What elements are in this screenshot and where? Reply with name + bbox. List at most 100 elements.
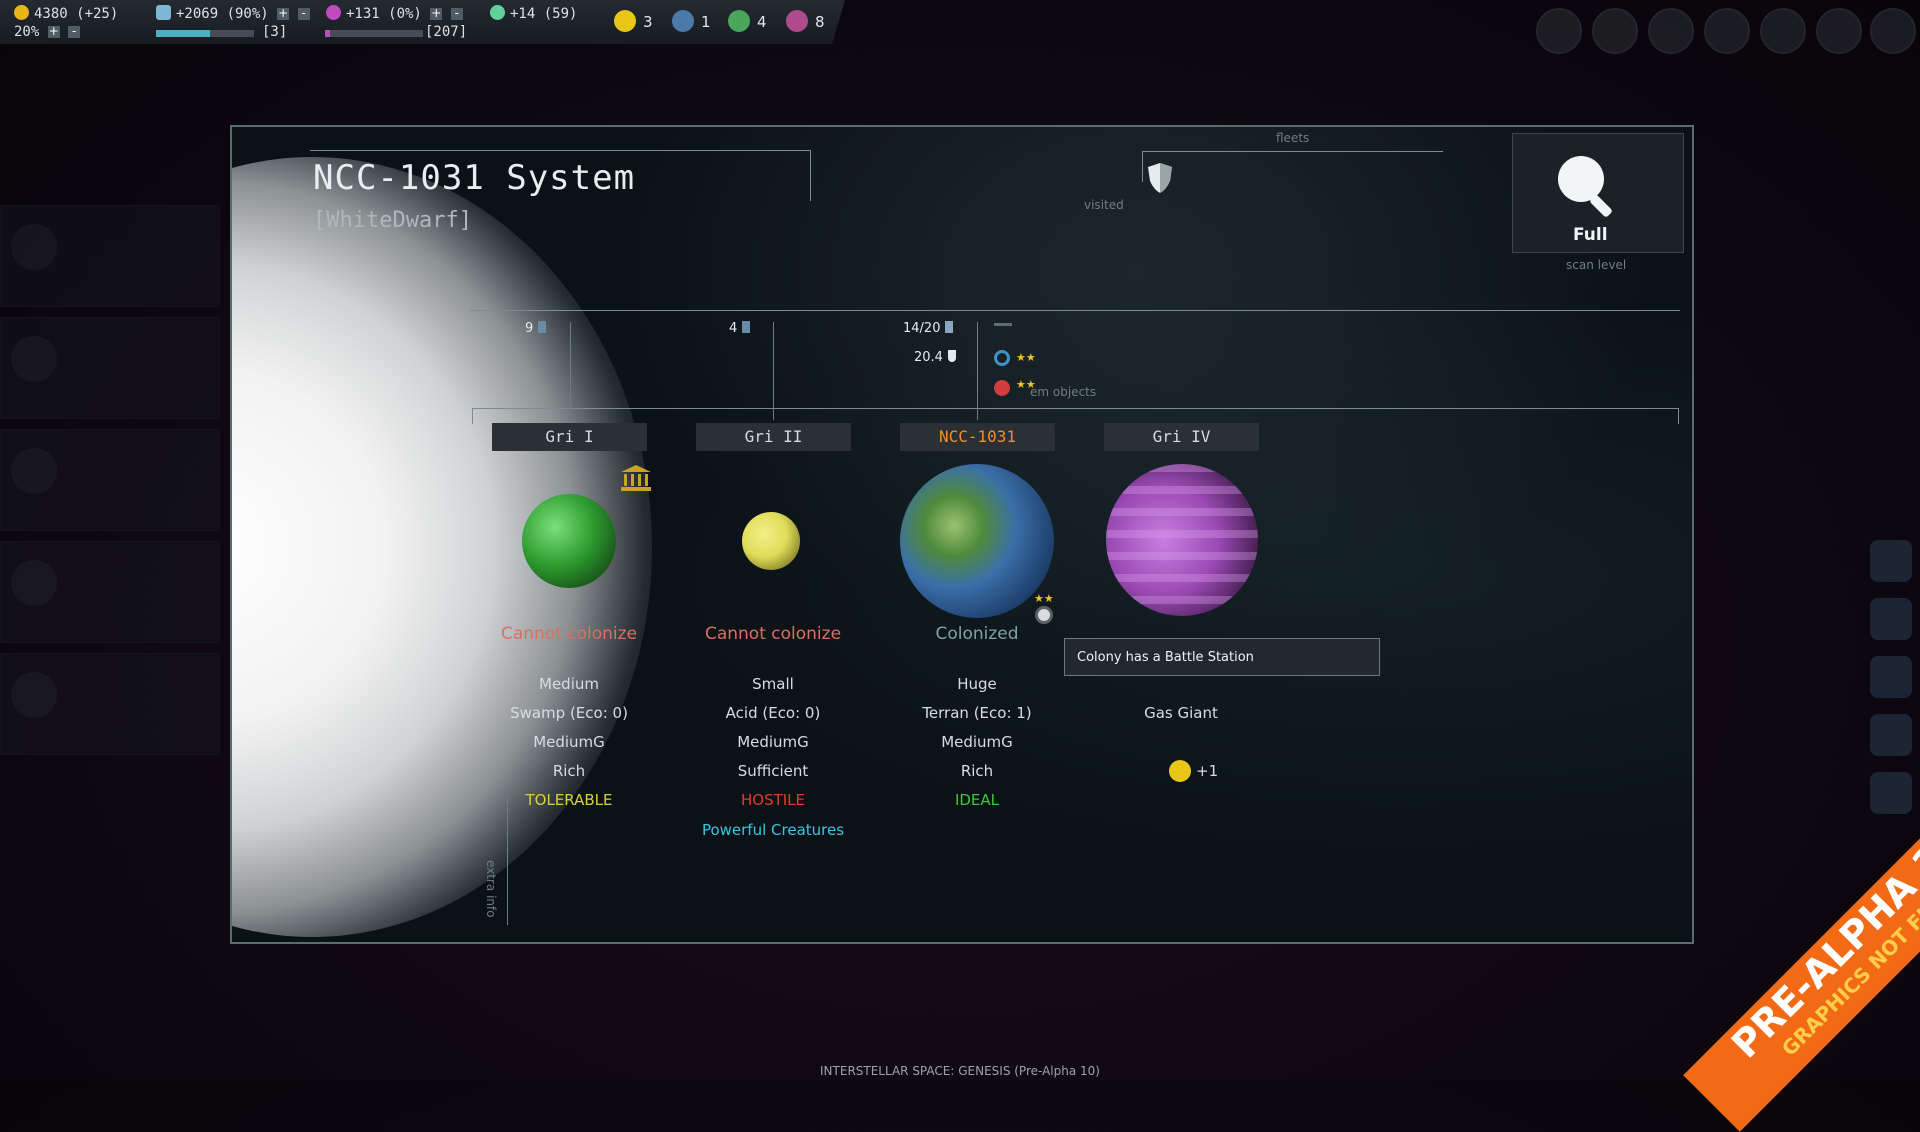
menu-button-5[interactable] bbox=[1760, 8, 1806, 54]
menu-button-3[interactable] bbox=[1648, 8, 1694, 54]
planet-gri-iv[interactable] bbox=[1106, 464, 1258, 616]
flask-icon bbox=[156, 5, 171, 20]
scan-level-label: scan level bbox=[1566, 258, 1627, 272]
colony-list-item[interactable] bbox=[0, 317, 220, 419]
coin-icon bbox=[14, 5, 29, 20]
defense-ncc-1031: 20.4 bbox=[914, 350, 956, 365]
gravity-gri-ii: MediumG bbox=[737, 733, 809, 751]
production-icon bbox=[490, 5, 505, 20]
side-tool-button[interactable] bbox=[1870, 540, 1912, 582]
yellow-x-icon bbox=[1169, 760, 1191, 782]
research-decrease-button[interactable]: - bbox=[297, 7, 310, 20]
fleets-bracket bbox=[1142, 151, 1443, 182]
side-tool-button[interactable] bbox=[1870, 772, 1912, 814]
resource-group-1[interactable]: 3 bbox=[614, 10, 653, 32]
resource-group-2[interactable]: 1 bbox=[672, 10, 711, 32]
type-gri-i: Swamp (Eco: 0) bbox=[510, 704, 628, 722]
planet-gri-ii[interactable] bbox=[742, 512, 800, 570]
richness-gri-ii: Sufficient bbox=[737, 762, 809, 780]
planet-row-bracket bbox=[472, 408, 1679, 424]
influence-readout: +131 (0%) + - bbox=[326, 5, 463, 22]
tab-ncc-1031[interactable]: NCC-1031 bbox=[900, 423, 1055, 451]
fleets-label: fleets bbox=[1276, 131, 1310, 145]
type-ncc-1031: Terran (Eco: 1) bbox=[922, 704, 1032, 722]
influence-increase-button[interactable]: + bbox=[430, 7, 443, 20]
influence-icon bbox=[326, 5, 341, 20]
shield-small-icon bbox=[947, 350, 956, 362]
tab-gri-i[interactable]: Gri I bbox=[492, 423, 647, 451]
green-gem-icon bbox=[728, 10, 750, 32]
rank-chevron-icon bbox=[994, 323, 1012, 340]
battle-station-tooltip: Colony has a Battle Station bbox=[1064, 638, 1380, 676]
menu-button-2[interactable] bbox=[1592, 8, 1638, 54]
tax-increase-button[interactable]: + bbox=[47, 25, 60, 38]
colony-list-item[interactable] bbox=[0, 429, 220, 531]
yellow-x-icon bbox=[614, 10, 636, 32]
population-ncc-1031: 14/20 bbox=[903, 321, 954, 336]
menu-button-4[interactable] bbox=[1704, 8, 1750, 54]
stars-icon: ★★ bbox=[1034, 592, 1054, 605]
tax-decrease-button[interactable]: - bbox=[68, 25, 81, 38]
habitability-gri-ii: HOSTILE bbox=[740, 791, 806, 809]
habitability-gri-i: TOLERABLE bbox=[525, 791, 613, 809]
person-icon bbox=[945, 321, 954, 333]
shield-icon[interactable] bbox=[1147, 162, 1173, 194]
population-gri-ii: 4 bbox=[729, 321, 751, 336]
richness-gri-i: Rich bbox=[552, 762, 586, 780]
menu-button-6[interactable] bbox=[1816, 8, 1862, 54]
blue-gear-icon bbox=[672, 10, 694, 32]
magnifier-icon bbox=[1558, 156, 1612, 217]
production-readout: +14 (59) bbox=[490, 5, 577, 22]
status-gri-ii: Cannot colonize bbox=[704, 624, 842, 644]
colony-list-item[interactable] bbox=[0, 653, 220, 755]
game-version-footer: INTERSTELLAR SPACE: GENESIS (Pre-Alpha 1… bbox=[820, 1064, 1100, 1078]
government-building-icon bbox=[621, 465, 651, 491]
credits-readout: 4380 (+25) bbox=[14, 5, 118, 22]
status-gri-i: Cannot colonize bbox=[500, 624, 638, 644]
side-tool-button[interactable] bbox=[1870, 656, 1912, 698]
resource-group-4[interactable]: 8 bbox=[786, 10, 825, 32]
objects-label: em objects bbox=[1030, 385, 1097, 399]
type-gri-iv: Gas Giant bbox=[1144, 704, 1218, 722]
influence-progress-bar bbox=[325, 30, 423, 37]
size-gri-i: Medium bbox=[539, 675, 599, 693]
stars-icon: ★★ bbox=[1016, 351, 1036, 364]
colony-list-item[interactable] bbox=[0, 541, 220, 643]
colony-list-item[interactable] bbox=[0, 205, 220, 307]
pink-flower-icon bbox=[786, 10, 808, 32]
size-gri-ii: Small bbox=[752, 675, 794, 693]
battle-station-icon[interactable] bbox=[1035, 606, 1053, 624]
gravity-gri-i: MediumG bbox=[533, 733, 605, 751]
research-increase-button[interactable]: + bbox=[277, 7, 290, 20]
type-gri-ii: Acid (Eco: 0) bbox=[725, 704, 821, 722]
system-subtitle: [WhiteDwarf] bbox=[313, 208, 472, 233]
tab-gri-ii[interactable]: Gri II bbox=[696, 423, 851, 451]
ring-icon bbox=[994, 350, 1010, 366]
side-tool-button[interactable] bbox=[1870, 598, 1912, 640]
menu-button-7[interactable] bbox=[1870, 8, 1916, 54]
gravity-ncc-1031: MediumG bbox=[941, 733, 1013, 751]
status-ncc-1031: Colonized bbox=[935, 624, 1019, 644]
person-icon bbox=[538, 321, 547, 333]
richness-ncc-1031: Rich bbox=[960, 762, 994, 780]
tab-gri-iv[interactable]: Gri IV bbox=[1104, 423, 1259, 451]
side-tool-button[interactable] bbox=[1870, 714, 1912, 756]
influence-total: [207] bbox=[425, 24, 468, 40]
habitability-ncc-1031: IDEAL bbox=[954, 791, 1000, 809]
bonus-gri-iv: +1 bbox=[1196, 762, 1219, 780]
extra-info-label: extra info bbox=[484, 860, 498, 918]
menu-button-1[interactable] bbox=[1536, 8, 1582, 54]
planet-gri-i[interactable] bbox=[522, 494, 616, 588]
side-toolbar bbox=[1870, 540, 1912, 830]
influence-decrease-button[interactable]: - bbox=[450, 7, 463, 20]
target-icon bbox=[994, 380, 1010, 396]
system-title: NCC-1031 System bbox=[313, 158, 636, 198]
resource-group-3[interactable]: 4 bbox=[728, 10, 767, 32]
special-gri-ii[interactable]: Powerful Creatures bbox=[673, 821, 873, 839]
pre-alpha-banner: PRE-ALPHA 10 GRAPHICS NOT FINAL bbox=[1683, 778, 1920, 1132]
planet-ncc-1031[interactable] bbox=[900, 464, 1054, 618]
frame-line bbox=[470, 310, 1680, 312]
research-readout: +2069 (90%) + - bbox=[156, 5, 310, 22]
research-progress-bar bbox=[156, 30, 254, 37]
tax-readout: 20% + - bbox=[14, 24, 81, 40]
